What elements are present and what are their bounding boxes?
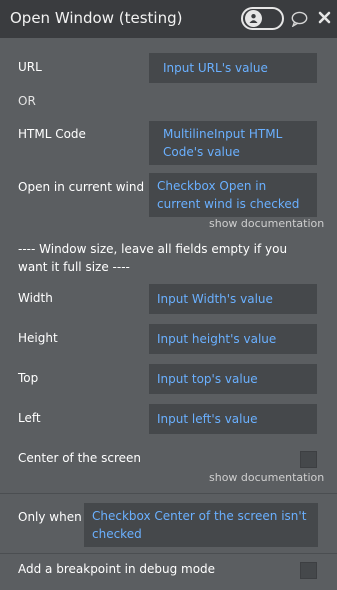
comment-icon[interactable] [291,11,308,27]
top-label: Top [18,371,39,385]
open-current-field[interactable]: Checkbox Open in current wind is checked [149,173,317,217]
conditions-separator [0,493,337,494]
left-label: Left [18,411,41,425]
url-label: URL [18,60,42,74]
toggle-knob [245,10,262,27]
center-show-documentation-link[interactable]: show documentation [209,471,324,484]
height-label: Height [18,331,58,345]
width-field[interactable]: Input Width's value [149,284,317,314]
width-label: Width [18,291,53,305]
header-bar: Open Window (testing) [0,0,337,38]
show-documentation-link[interactable]: show documentation [209,217,324,230]
window-title: Open Window (testing) [10,9,183,27]
height-field[interactable]: Input height's value [149,324,317,354]
breakpoint-separator [0,553,337,554]
open-current-label: Open in current wind [18,180,145,194]
preview-toggle[interactable] [241,7,284,30]
close-icon[interactable] [318,11,331,24]
html-code-field[interactable]: MultilineInput HTML Code's value [149,121,317,165]
breakpoint-label: Add a breakpoint in debug mode [18,562,216,576]
top-field[interactable]: Input top's value [149,364,317,394]
only-when-label: Only when [18,510,82,524]
left-field[interactable]: Input left's value [149,404,317,434]
html-code-label: HTML Code [18,127,86,141]
url-field[interactable]: Input URL's value [149,53,317,83]
or-label: OR [18,94,36,108]
center-screen-checkbox[interactable] [300,451,317,468]
center-screen-label: Center of the screen [18,451,141,465]
person-icon [249,14,258,23]
breakpoint-checkbox[interactable] [300,562,317,579]
window-size-note: ---- Window size, leave all fields empty… [18,242,288,274]
only-when-field[interactable]: Checkbox Center of the screen isn't chec… [84,503,318,547]
